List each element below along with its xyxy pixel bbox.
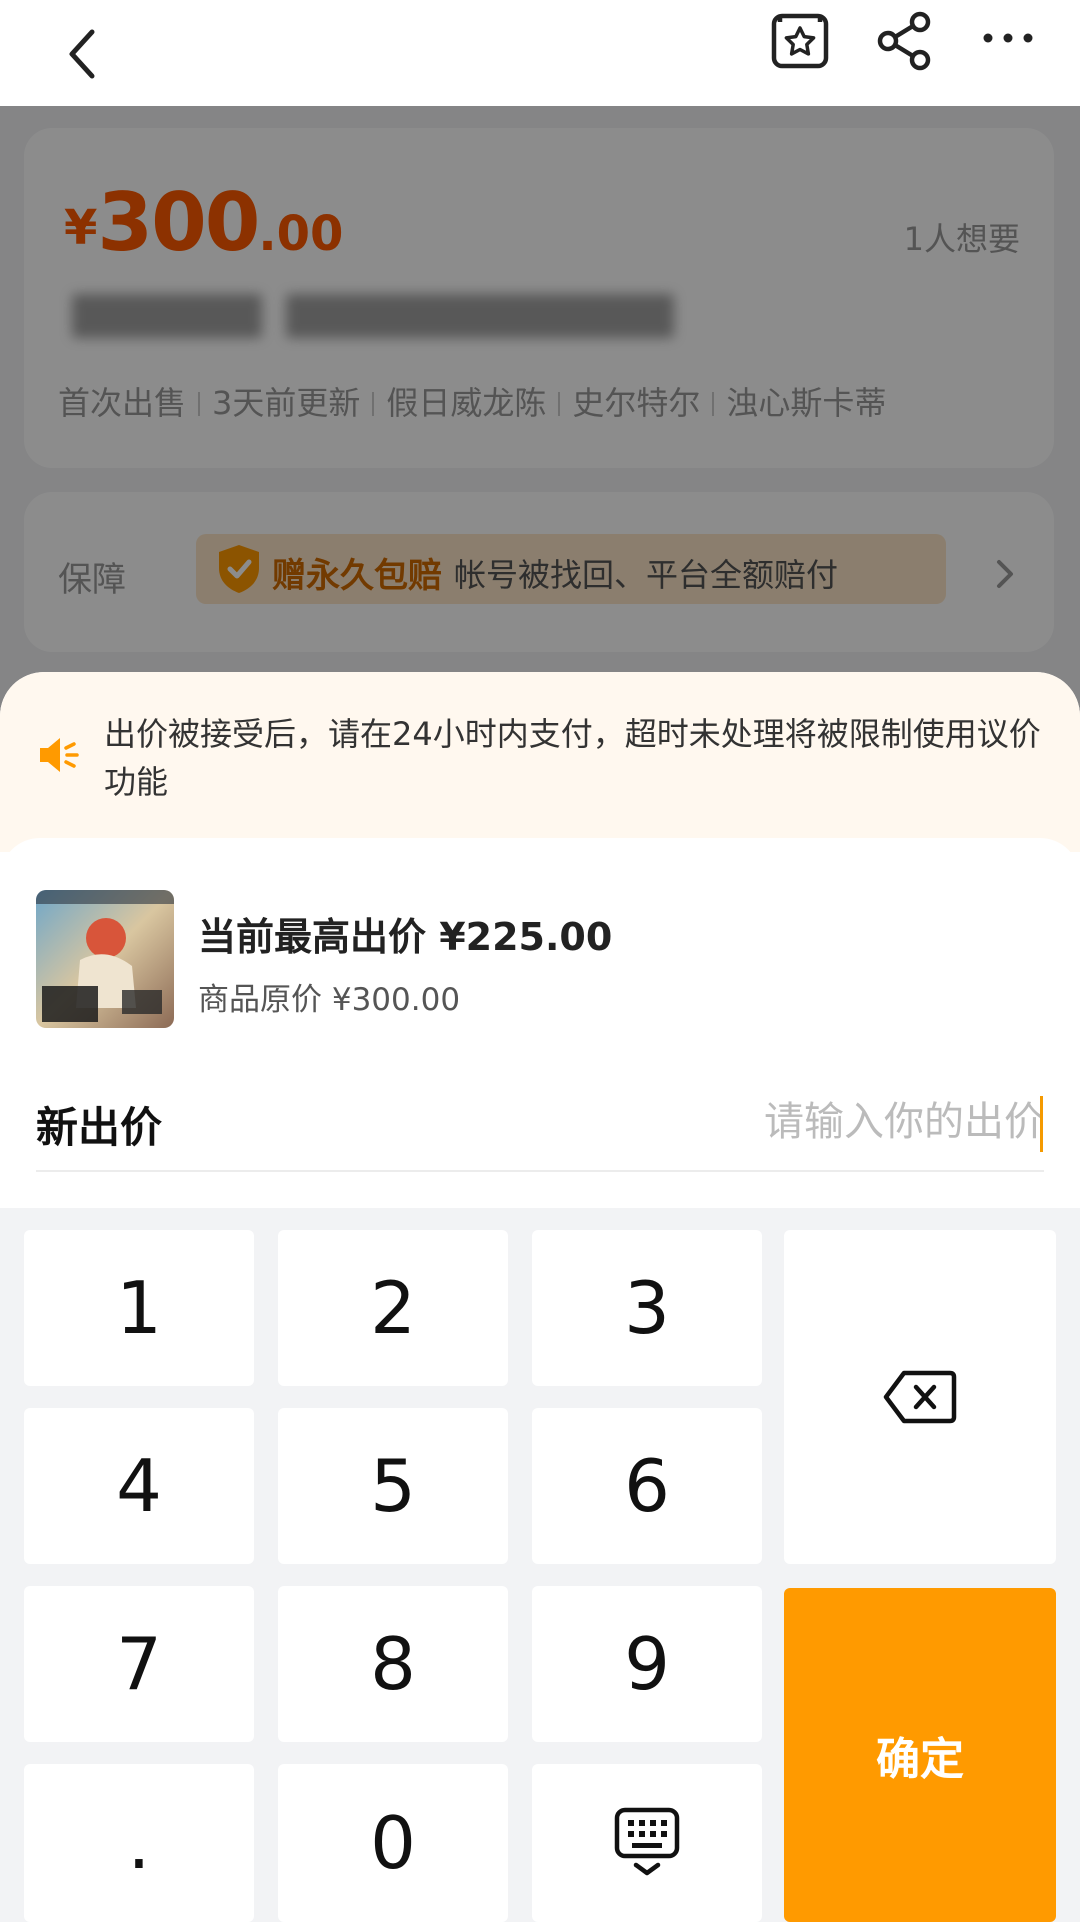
speaker-icon	[36, 732, 82, 778]
key-4[interactable]: 4	[24, 1408, 254, 1564]
original-price: 商品原价 ¥300.00	[198, 982, 461, 1018]
top-nav-bar	[0, 0, 1080, 106]
current-highest-bid: 当前最高出价 ¥225.00	[198, 915, 613, 959]
share-icon[interactable]	[874, 10, 936, 72]
numeric-keypad: 1 2 3 4 5 6 7 8 9 确定 . 0	[0, 1208, 1080, 1922]
confirm-button[interactable]: 确定	[784, 1588, 1056, 1922]
key-0[interactable]: 0	[278, 1764, 508, 1922]
key-dot[interactable]: .	[24, 1764, 254, 1922]
divider	[36, 1170, 1044, 1172]
product-thumbnail	[36, 890, 174, 1028]
key-6[interactable]: 6	[532, 1408, 762, 1564]
new-bid-input[interactable]	[624, 1092, 1044, 1152]
backspace-icon	[883, 1370, 957, 1424]
key-2[interactable]: 2	[278, 1230, 508, 1386]
notice-text: 出价被接受后，请在24小时内支付，超时未处理将被限制使用议价功能	[104, 715, 1041, 801]
notice-banner: 出价被接受后，请在24小时内支付，超时未处理将被限制使用议价功能	[0, 672, 1080, 852]
key-5[interactable]: 5	[278, 1408, 508, 1564]
key-9[interactable]: 9	[532, 1586, 762, 1742]
hide-keyboard-button[interactable]	[532, 1764, 762, 1922]
key-3[interactable]: 3	[532, 1230, 762, 1386]
text-caret	[1040, 1096, 1043, 1152]
favorite-star-icon[interactable]	[768, 10, 832, 74]
key-1[interactable]: 1	[24, 1230, 254, 1386]
keyboard-hide-icon	[614, 1807, 680, 1876]
key-8[interactable]: 8	[278, 1586, 508, 1742]
key-7[interactable]: 7	[24, 1586, 254, 1742]
new-bid-label: 新出价	[36, 1103, 163, 1152]
back-icon[interactable]	[46, 12, 126, 92]
more-icon[interactable]	[978, 10, 1038, 70]
backspace-button[interactable]	[784, 1230, 1056, 1564]
